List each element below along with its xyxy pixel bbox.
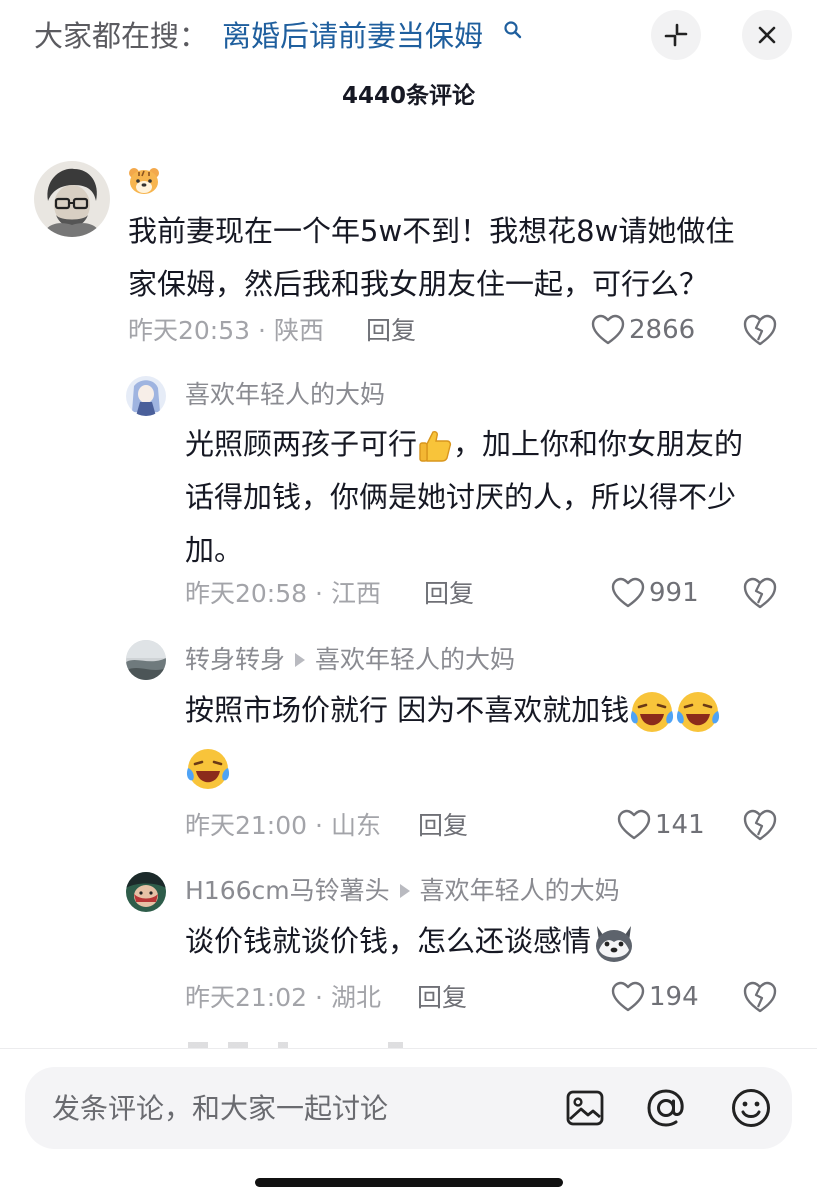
comment-meta: 昨天21:02 · 湖北 <box>185 983 382 1012</box>
avatar[interactable] <box>126 872 166 912</box>
comment-meta: 昨天21:00 · 山东 <box>185 811 382 840</box>
search-query-link[interactable]: 离婚后请前妻当保姆 <box>222 16 483 56</box>
avatar[interactable] <box>126 640 166 680</box>
comment-meta: 昨天20:58 · 江西 <box>185 579 382 608</box>
reply-button[interactable]: 回复 <box>424 577 474 611</box>
heart-icon <box>617 809 651 840</box>
comment-meta: 昨天20:53 · 陕西 <box>128 316 325 345</box>
home-indicator[interactable] <box>255 1178 563 1187</box>
reply-button[interactable]: 回复 <box>418 809 468 843</box>
avatar-illustration <box>126 376 166 416</box>
crying-laughing-emoji-icon <box>631 692 674 732</box>
crying-laughing-emoji-icon <box>677 692 720 732</box>
avatar-illustration <box>126 640 166 680</box>
search-icon[interactable] <box>503 20 523 40</box>
tiger-badge-icon <box>129 168 159 194</box>
heart-icon <box>611 981 645 1012</box>
search-prefix: 大家都在搜： <box>34 19 209 53</box>
like-count: 2866 <box>629 315 696 345</box>
thumbs-up-emoji-icon <box>419 431 452 462</box>
comment-text-line: 光照顾两孩子可行 ，加上你和你女朋友的 <box>185 418 743 471</box>
heart-icon <box>611 577 645 608</box>
image-icon[interactable] <box>565 1089 605 1127</box>
reply-arrow-icon <box>399 884 410 898</box>
heart-icon <box>591 314 625 345</box>
broken-heart-icon[interactable] <box>742 313 778 347</box>
broken-heart-icon[interactable] <box>742 808 778 842</box>
avatar-illustration <box>34 161 110 237</box>
comment-location: 湖北 <box>331 983 382 1012</box>
avatar[interactable] <box>34 161 110 237</box>
divider <box>0 1048 817 1049</box>
avatar[interactable] <box>126 376 166 416</box>
comment-location: 陕西 <box>274 316 325 345</box>
like-button[interactable]: 991 <box>611 576 699 610</box>
at-icon[interactable] <box>645 1087 687 1129</box>
like-count: 141 <box>655 810 705 840</box>
collapse-icon <box>664 23 688 47</box>
comment-author[interactable]: 喜欢年轻人的大妈 <box>185 378 385 412</box>
like-button[interactable]: 141 <box>617 808 705 842</box>
comment-author-line: H166cm马铃薯头 喜欢年轻人的大妈 <box>185 874 620 908</box>
comment-author[interactable]: 转身转身 <box>185 645 285 674</box>
reply-to-author[interactable]: 喜欢年轻人的大妈 <box>315 645 515 674</box>
comment-author[interactable]: H166cm马铃薯头 <box>185 876 390 905</box>
close-icon <box>758 26 776 44</box>
comment-text-line: 按照市场价就行 因为不喜欢就加钱 <box>185 684 721 737</box>
comment-time: 昨天20:53 <box>128 316 251 345</box>
like-button[interactable]: 2866 <box>591 313 695 347</box>
comment-text-line: 加。 <box>185 533 244 567</box>
comment-input[interactable]: 发条评论，和大家一起讨论 <box>52 1089 388 1129</box>
reply-to-author[interactable]: 喜欢年轻人的大妈 <box>420 876 620 905</box>
comment-time: 昨天21:02 <box>185 983 308 1012</box>
like-count: 991 <box>649 578 699 608</box>
reply-button[interactable]: 回复 <box>417 981 467 1015</box>
comment-text-line: 我前妻现在一个年5w不到！我想花8w请她做住 <box>128 214 735 248</box>
like-count: 194 <box>649 982 699 1012</box>
reply-button[interactable]: 回复 <box>366 314 416 348</box>
avatar-illustration <box>126 872 166 912</box>
husky-dog-emoji-icon <box>596 926 633 962</box>
comment-count: 4440条评论 <box>341 83 475 109</box>
broken-heart-icon[interactable] <box>742 980 778 1014</box>
like-button[interactable]: 194 <box>611 980 699 1014</box>
comment-location: 山东 <box>331 811 382 840</box>
crying-laughing-emoji-icon <box>186 749 230 789</box>
comment-text-line: 谈价钱就谈价钱，怎么还谈感情 <box>185 915 637 968</box>
reply-arrow-icon <box>295 653 306 667</box>
collapse-button[interactable] <box>651 10 701 60</box>
comment-author-line: 转身转身 喜欢年轻人的大妈 <box>185 643 515 677</box>
close-button[interactable] <box>742 10 792 60</box>
comment-text-line: 话得加钱，你俩是她讨厌的人，所以得不少 <box>185 480 737 514</box>
comment-location: 江西 <box>331 579 382 608</box>
comment-text-line: 家保姆，然后我和我女朋友住一起，可行么？ <box>128 267 709 301</box>
comment-time: 昨天20:58 <box>185 579 308 608</box>
broken-heart-icon[interactable] <box>742 576 778 610</box>
comment-time: 昨天21:00 <box>185 811 308 840</box>
emoji-icon[interactable] <box>730 1087 772 1129</box>
